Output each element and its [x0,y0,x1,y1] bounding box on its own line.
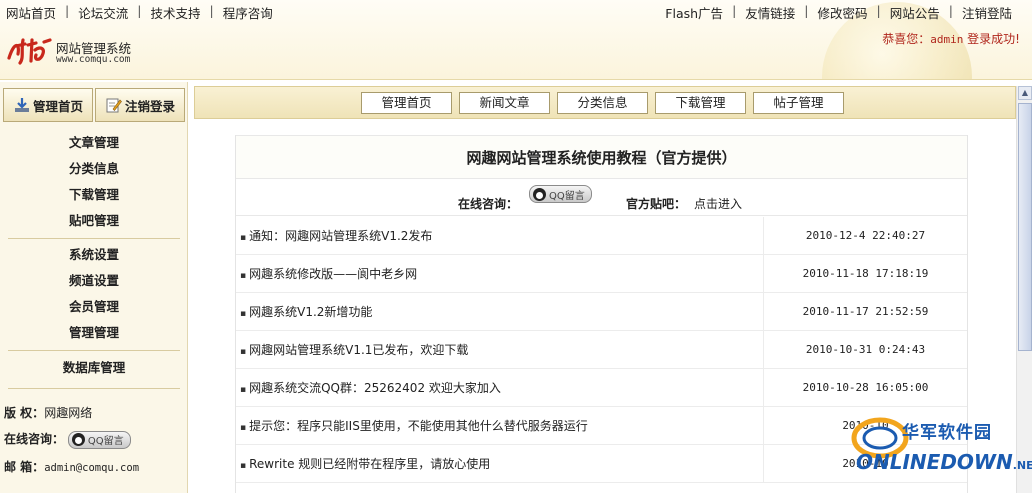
notice-date: 2010-10-28 16:05:00 [763,369,967,407]
notice-title[interactable]: 通知：网趣网站管理系统V1.2发布 [240,217,762,255]
topnav-consult[interactable]: 程序咨询 [223,3,273,22]
tab-posts[interactable]: 帖子管理 [753,92,844,114]
qq-penguin-icon [533,187,546,201]
sidebar-group-content: 文章管理 分类信息 下载管理 贴吧管理 [0,130,188,234]
consult-label: 在线咨询： [458,197,519,211]
notice-title[interactable]: 提示您：程序只能IIS里使用，不能使用其他什么替代服务器运行 [240,407,762,445]
scroll-up-arrow-icon[interactable]: ▲ [1018,86,1032,100]
sidebar-item-downloads[interactable]: 下载管理 [0,182,188,208]
sidebar-divider [8,350,180,351]
qq-penguin-icon [71,433,85,446]
topnav-change-password[interactable]: 修改密码 [818,3,868,22]
topnav-support[interactable]: 技术支持 [150,3,200,22]
notice-date: 2010-10-31 0:24:43 [763,331,967,369]
welcome-suffix: 登录成功! [963,32,1020,46]
sidebar-divider [8,238,180,239]
nav-separator: | [209,3,214,18]
panel-title: 网趣网站管理系统使用教程（官方提供） [236,135,967,179]
nav-separator: | [65,3,70,18]
top-nav-left: 网站首页 | 论坛交流 | 技术支持 | 程序咨询 [6,3,273,22]
notice-title[interactable]: 网趣系统修改版——阆中老乡网 [240,255,762,293]
sidebar-consult: 在线咨询： QQ留言 [4,430,131,449]
notice-row: 网趣网站管理系统V1.1已发布，欢迎下载 2010-10-31 0:24:43 [236,331,967,369]
sidebar: 管理首页 注销登录 文章管理 分类信息 下载管理 贴吧管理 系统设置 频道设置 … [0,82,188,493]
sidebar-group-system: 系统设置 频道设置 会员管理 管理管理 [0,242,188,346]
notice-row: 网趣系统V1.2新增功能 2010-11-17 21:52:59 [236,293,967,331]
sidebar-item-tieba[interactable]: 贴吧管理 [0,208,188,234]
sidebar-consult-label: 在线咨询： [4,432,65,446]
welcome-message: 恭喜您：admin 登录成功! [882,30,1020,47]
nav-separator: | [948,3,953,18]
watermark-en: ONLINEDOWN.NET [856,450,1032,474]
tab-admin-home[interactable]: 管理首页 [361,92,452,114]
watermark-suffix: .NET [1012,459,1032,472]
welcome-username: admin [930,33,964,46]
nav-separator: | [876,3,881,18]
topnav-logout[interactable]: 注销登陆 [962,3,1012,22]
watermark-cn: 华军软件园 [902,423,992,443]
notice-date: 2010-11-18 17:18:19 [763,255,967,293]
sidebar-item-articles[interactable]: 文章管理 [0,130,188,156]
topnav-forum[interactable]: 论坛交流 [78,3,128,22]
notice-title[interactable]: 网趣系统V1.2新增功能 [240,293,762,331]
scrollbar-thumb[interactable] [1018,103,1032,351]
sidebar-item-system-settings[interactable]: 系统设置 [0,242,188,268]
site-url: www.comqu.com [56,54,131,65]
email-value: admin@comqu.com [44,462,140,474]
nav-separator: | [137,3,142,18]
notice-row: 网趣系统交流QQ群：25262402 欢迎大家加入 2010-10-28 16:… [236,369,967,407]
topnav-home[interactable]: 网站首页 [6,3,56,22]
nav-separator: | [804,3,809,18]
topnav-announcement[interactable]: 网站公告 [890,3,940,22]
edit-icon [106,98,122,113]
logout-label: 注销登录 [125,98,176,114]
sidebar-group-database: 数据库管理 [0,355,188,381]
qq-badge-label: QQ留言 [87,436,124,447]
sidebar-buttons: 管理首页 注销登录 [3,88,185,122]
copyright-value: 网趣网络 [44,406,93,420]
tab-categories[interactable]: 分类信息 [557,92,648,114]
tab-news[interactable]: 新闻文章 [459,92,550,114]
sidebar-item-members[interactable]: 会员管理 [0,294,188,320]
notice-title[interactable]: 网趣网站管理系统V1.1已发布，欢迎下载 [240,331,762,369]
sidebar-qq-message-button[interactable]: QQ留言 [67,430,131,449]
welcome-prefix: 恭喜您： [882,32,931,46]
download-icon [15,98,29,112]
notice-title[interactable]: Rewrite 规则已经附带在程序里，请放心使用 [240,445,762,483]
tab-bar: 管理首页 新闻文章 分类信息 下载管理 帖子管理 [194,86,1016,119]
copyright-info: 版 权：网趣网络 [4,404,92,421]
topnav-friend-links[interactable]: 友情链接 [745,3,795,22]
header: 网站首页 | 论坛交流 | 技术支持 | 程序咨询 Flash广告 | 友情链接… [0,0,1032,80]
logout-button[interactable]: 注销登录 [95,88,185,122]
notice-date: 2010-11-17 21:52:59 [763,293,967,331]
topnav-flash-ads[interactable]: Flash广告 [665,3,723,22]
sidebar-item-database[interactable]: 数据库管理 [0,355,188,381]
contact-row: 在线咨询： QQ留言 官方贴吧： 点击进入 [236,180,967,216]
tieba-label: 官方贴吧： [626,197,687,211]
notice-date: 2010-12-4 22:40:27 [763,217,967,255]
top-nav-right: Flash广告 | 友情链接 | 修改密码 | 网站公告 | 注销登陆 [665,3,1012,22]
tieba-link[interactable]: 点击进入 [694,195,742,212]
email-label: 邮 箱： [4,460,45,474]
sidebar-item-categories[interactable]: 分类信息 [0,156,188,182]
notice-row: 网趣系统修改版——阆中老乡网 2010-11-18 17:18:19 [236,255,967,293]
sidebar-item-admins[interactable]: 管理管理 [0,320,188,346]
notice-row: 通知：网趣网站管理系统V1.2发布 2010-12-4 22:40:27 [236,217,967,255]
onlinedown-watermark: 华军软件园 ONLINEDOWN.NET [850,412,1032,493]
watermark-en-text: ONLINEDOWN [856,450,1013,474]
nav-separator: | [732,3,737,18]
email-info: 邮 箱：admin@comqu.com [4,458,139,475]
sidebar-divider [8,388,180,389]
admin-home-button[interactable]: 管理首页 [3,88,93,122]
qq-badge-label: QQ留言 [549,190,585,202]
copyright-label: 版 权： [4,406,45,420]
notice-title[interactable]: 网趣系统交流QQ群：25262402 欢迎大家加入 [240,369,762,407]
qq-message-button[interactable]: QQ留言 [529,185,592,203]
logo [7,38,52,65]
admin-home-label: 管理首页 [33,98,84,114]
sidebar-item-channel-settings[interactable]: 频道设置 [0,268,188,294]
tab-downloads[interactable]: 下载管理 [655,92,746,114]
